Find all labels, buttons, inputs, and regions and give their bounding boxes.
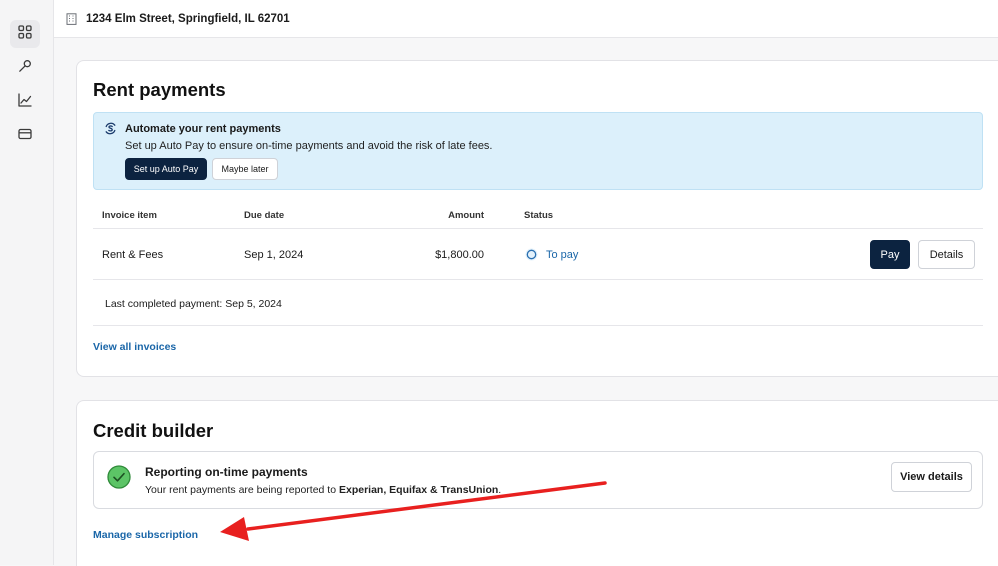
reporting-title: Reporting on-time payments xyxy=(145,465,308,479)
autopay-description: Set up Auto Pay to ensure on-time paymen… xyxy=(125,140,493,152)
sidebar-item-maintenance[interactable] xyxy=(10,54,40,82)
details-button[interactable]: Details xyxy=(918,240,975,269)
column-header-invoice-item: Invoice item xyxy=(102,210,157,221)
reporting-text: Your rent payments are being reported to xyxy=(145,484,339,496)
credit-builder-title: Credit builder xyxy=(93,420,214,441)
status-circle-icon xyxy=(525,248,538,266)
invoice-item-cell: Rent & Fees xyxy=(102,249,164,261)
credit-bureaus: Experian, Equifax & TransUnion xyxy=(338,484,499,496)
building-icon xyxy=(66,12,77,25)
reporting-description: Your rent payments are being reported to… xyxy=(145,484,501,496)
property-header: 1234 Elm Street, Springfield, IL 62701 xyxy=(54,0,998,38)
view-all-invoices-link[interactable]: View all invoices xyxy=(93,341,176,353)
rent-payments-title: Rent payments xyxy=(93,79,226,100)
credit-builder-card: Credit builder Reporting on-time payment… xyxy=(76,400,998,566)
status-badge: To pay xyxy=(546,249,579,261)
property-address: 1234 Elm Street, Springfield, IL 62701 xyxy=(86,12,290,25)
manage-subscription-link[interactable]: Manage subscription xyxy=(93,529,198,541)
setup-autopay-button[interactable]: Set up Auto Pay xyxy=(125,158,207,180)
credit-reporting-panel: Reporting on-time payments Your rent pay… xyxy=(93,451,983,509)
rent-payments-card: Rent payments Automate your rent payment… xyxy=(76,60,998,377)
sidebar-item-payments[interactable] xyxy=(10,122,40,150)
view-details-button[interactable]: View details xyxy=(891,462,972,492)
grid-icon xyxy=(18,24,32,44)
chart-line-icon xyxy=(18,92,32,112)
maybe-later-button[interactable]: Maybe later xyxy=(212,158,278,180)
due-date-cell: Sep 1, 2024 xyxy=(244,249,304,261)
credit-card-icon xyxy=(18,127,32,145)
last-completed-payment: Last completed payment: Sep 5, 2024 xyxy=(105,298,282,310)
section-divider xyxy=(93,325,983,326)
autopay-title: Automate your rent payments xyxy=(125,123,281,135)
check-circle-icon xyxy=(107,465,131,494)
sidebar-item-dashboard[interactable] xyxy=(10,20,40,48)
column-header-due-date: Due date xyxy=(244,210,285,221)
table-divider xyxy=(93,228,983,229)
pay-button[interactable]: Pay xyxy=(870,240,910,269)
main-content: 1234 Elm Street, Springfield, IL 62701 R… xyxy=(54,0,998,566)
sidebar-item-analytics[interactable] xyxy=(10,88,40,116)
sidebar xyxy=(0,0,54,565)
autopay-icon xyxy=(104,122,117,140)
amount-cell: $1,800.00 xyxy=(435,249,484,261)
wrench-icon xyxy=(18,59,32,78)
column-header-amount: Amount xyxy=(448,210,484,221)
autopay-banner: Automate your rent payments Set up Auto … xyxy=(93,112,983,190)
row-divider xyxy=(93,279,983,280)
reporting-text-end: . xyxy=(498,484,502,496)
column-header-status: Status xyxy=(524,210,554,221)
